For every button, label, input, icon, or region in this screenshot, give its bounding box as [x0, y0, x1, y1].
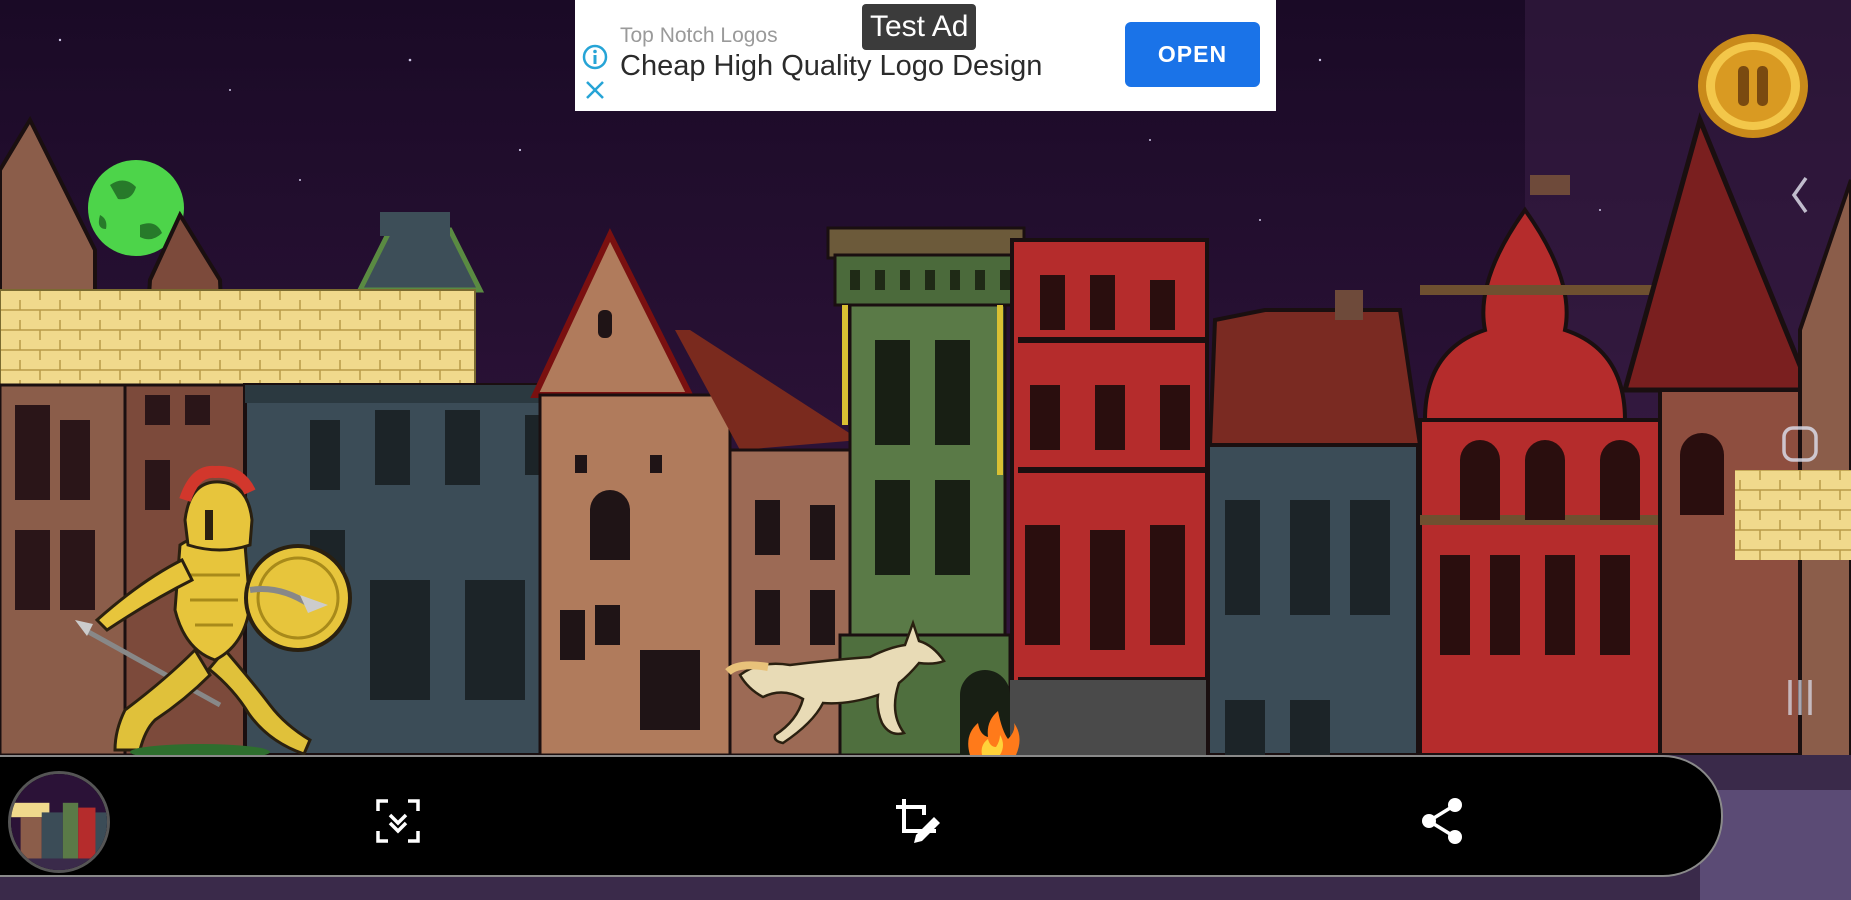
system-nav	[1782, 176, 1818, 715]
test-ad-label: Test Ad	[862, 4, 977, 50]
ad-headline[interactable]: Cheap High Quality Logo Design	[620, 50, 1042, 83]
crop-edit-icon[interactable]	[890, 793, 946, 849]
brick-platform	[0, 290, 475, 385]
ad-brand: Top Notch Logos	[620, 24, 778, 47]
back-icon[interactable]	[1791, 176, 1808, 214]
share-icon[interactable]	[1415, 793, 1471, 849]
info-icon[interactable]	[582, 44, 608, 70]
ad-open-button[interactable]: OPEN	[1125, 22, 1260, 87]
recents-icon[interactable]	[1788, 680, 1812, 715]
pause-icon[interactable]	[1696, 32, 1810, 140]
screenshot-toolbar	[0, 755, 1723, 877]
close-icon[interactable]	[583, 78, 607, 102]
screenshot-thumbnail[interactable]	[8, 771, 110, 873]
scroll-capture-icon[interactable]	[370, 793, 426, 849]
home-icon[interactable]	[1782, 426, 1818, 462]
